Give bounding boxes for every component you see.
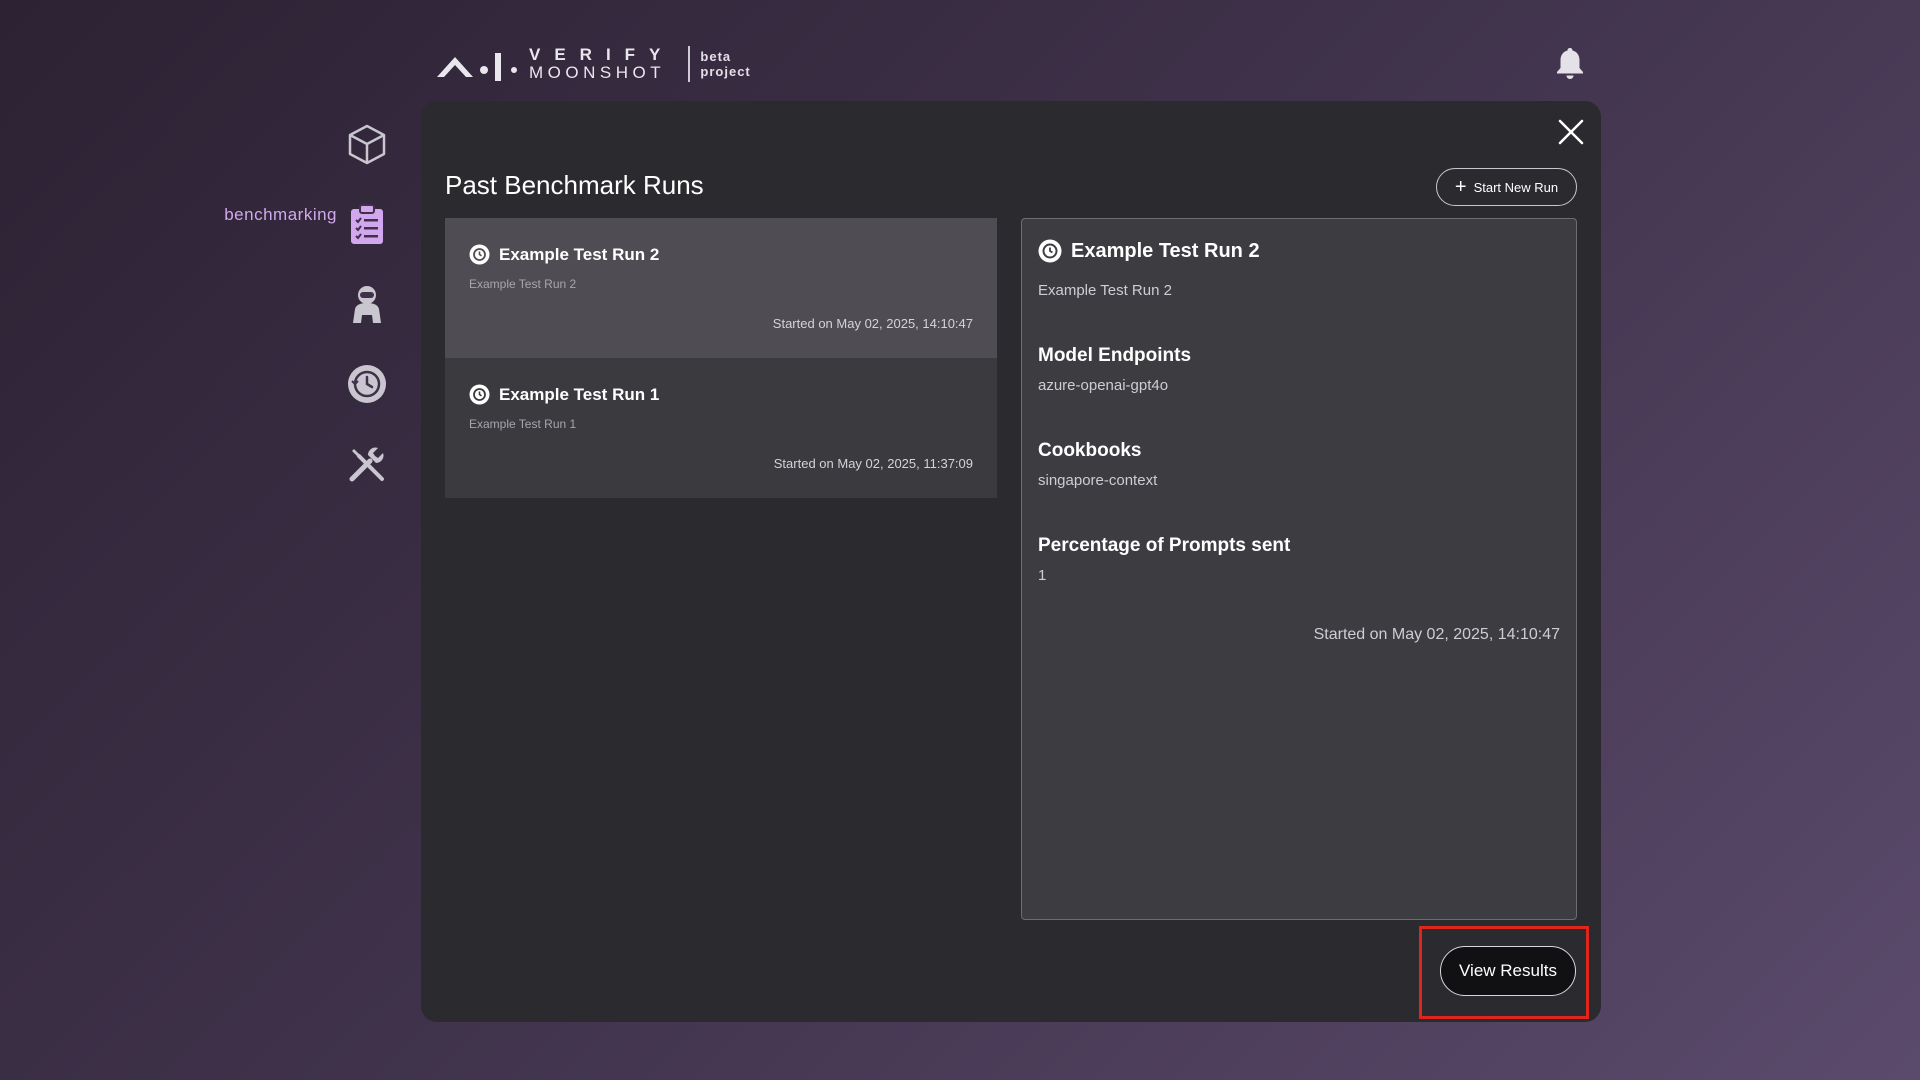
logo-divider (688, 46, 691, 82)
run-description: Example Test Run 2 (469, 277, 577, 291)
aiverify-logo-mark-icon (437, 53, 517, 81)
close-icon[interactable] (1557, 118, 1585, 146)
history-icon (348, 365, 386, 403)
sidebar-item-utilities[interactable] (345, 442, 389, 486)
beta-text: beta (700, 49, 732, 64)
sidebar-item-history[interactable] (345, 362, 389, 406)
cube-icon (348, 124, 386, 165)
sidebar-item-endpoints[interactable] (345, 122, 389, 166)
red-teaming-icon (353, 286, 381, 323)
logo-moonshot-text: MOONSHOT (529, 63, 666, 82)
notification-bell-icon[interactable] (1554, 46, 1586, 80)
model-endpoints-value: azure-openai-gpt4o (1038, 377, 1169, 394)
cookbooks-heading: Cookbooks (1038, 440, 1142, 461)
model-endpoints-heading: Model Endpoints (1038, 345, 1192, 366)
sidebar-label-benchmarking[interactable]: benchmarking (200, 205, 337, 225)
run-start-date: Started on May 02, 2025, 14:10:47 (772, 316, 973, 331)
prompts-sent-value: 1 (1038, 567, 1047, 584)
sidebar-item-benchmarking[interactable] (345, 202, 389, 246)
modal-title: Past Benchmark Runs (445, 170, 704, 200)
plus-icon: + (1454, 176, 1467, 198)
tools-icon (349, 447, 384, 482)
run-list-item[interactable]: Example Test Run 2 Example Test Run 2 St… (445, 218, 997, 358)
sidebar-item-red-teaming[interactable] (345, 282, 389, 326)
logo-verify-text: VERIFY (529, 45, 675, 64)
history-icon (469, 384, 490, 405)
prompts-sent-section: Percentage of Prompts sent 1 (1038, 535, 1290, 584)
history-icon (1038, 239, 1062, 263)
run-name: Example Test Run 1 (499, 384, 660, 404)
model-endpoints-section: Model Endpoints azure-openai-gpt4o (1038, 345, 1191, 394)
run-detail-panel: Example Test Run 2 Example Test Run 2 Mo… (1021, 218, 1577, 920)
run-start-date: Started on May 02, 2025, 11:37:09 (773, 456, 973, 471)
cookbooks-value: singapore-context (1038, 472, 1158, 489)
history-icon (469, 244, 490, 265)
clipboard-list-icon (351, 204, 383, 244)
start-new-run-button[interactable]: + Start New Run (1436, 168, 1577, 206)
prompts-sent-heading: Percentage of Prompts sent (1038, 535, 1291, 556)
detail-start-date: Started on May 02, 2025, 14:10:47 (1313, 626, 1560, 643)
view-results-button[interactable]: View Results (1440, 946, 1576, 996)
beta-badge: beta project (700, 49, 750, 79)
cookbooks-section: Cookbooks singapore-context (1038, 440, 1157, 489)
app-logo: VERIFY MOONSHOT beta project (435, 44, 751, 84)
project-text: project (700, 64, 751, 79)
detail-run-description: Example Test Run 2 (1038, 282, 1172, 299)
detail-run-name: Example Test Run 2 (1071, 239, 1260, 262)
start-new-run-label: Start New Run (1473, 179, 1559, 195)
run-list-item[interactable]: Example Test Run 1 Example Test Run 1 St… (445, 358, 997, 498)
run-name: Example Test Run 2 (499, 244, 660, 264)
run-description: Example Test Run 1 (469, 417, 577, 431)
